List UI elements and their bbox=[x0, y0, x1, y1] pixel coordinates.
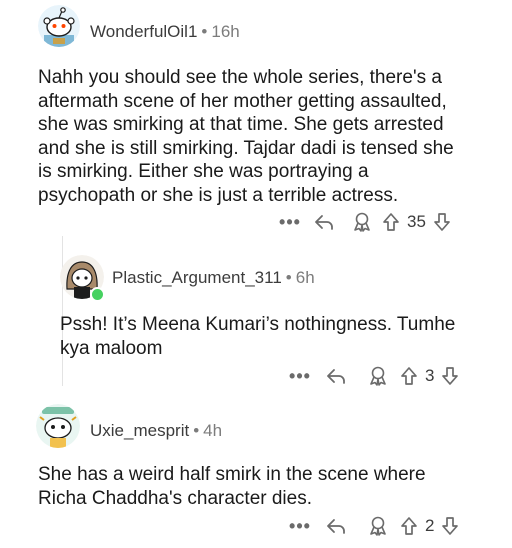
downvote-icon[interactable] bbox=[439, 365, 461, 387]
more-icon[interactable]: ••• bbox=[286, 516, 314, 537]
upvote-icon[interactable] bbox=[380, 211, 402, 233]
separator: • bbox=[285, 268, 292, 287]
online-status-dot bbox=[90, 287, 105, 302]
action-bar: ••• 35 bbox=[276, 208, 453, 236]
comment-line: Nahh you should see the whole series, th… bbox=[38, 67, 442, 88]
reply-icon[interactable] bbox=[314, 515, 358, 537]
vote-score: 3 bbox=[425, 366, 435, 385]
vote-score: 2 bbox=[425, 516, 435, 535]
separator: • bbox=[201, 22, 208, 41]
award-icon[interactable] bbox=[358, 515, 398, 537]
comment-line: psychopath or she is just a terrible act… bbox=[38, 184, 399, 206]
comment-body: She has a weird half smirk in the scene … bbox=[38, 463, 426, 510]
snoo-avatar-icon bbox=[36, 404, 80, 448]
comment-meta: Uxie_mesprit • 4h bbox=[90, 421, 222, 441]
avatar[interactable] bbox=[38, 5, 80, 47]
action-bar: ••• 3 bbox=[286, 362, 461, 390]
comment-line: Pssh! It’s Meena Kumari’s nothingness. T… bbox=[60, 314, 456, 335]
action-bar: ••• 2 bbox=[286, 512, 461, 540]
snoo-avatar-icon bbox=[38, 5, 80, 47]
more-icon[interactable]: ••• bbox=[286, 366, 314, 387]
comment-line: she was smirking at that time. She gets … bbox=[38, 114, 444, 135]
award-icon[interactable] bbox=[358, 365, 398, 387]
upvote-icon[interactable] bbox=[398, 515, 420, 537]
comment-body: Pssh! It’s Meena Kumari’s nothingness. T… bbox=[60, 313, 455, 360]
username[interactable]: WonderfulOil1 bbox=[90, 22, 197, 41]
reply-icon[interactable] bbox=[304, 211, 344, 233]
timestamp: 6h bbox=[295, 268, 315, 287]
comment-line: and she is still smirking. Tajdar dadi i… bbox=[38, 137, 454, 159]
separator: • bbox=[193, 421, 200, 440]
comment-body: Nahh you should see the whole series, th… bbox=[38, 66, 454, 207]
comment-meta: Plastic_Argument_311 • 6h bbox=[112, 268, 315, 288]
comment-line: kya maloom bbox=[60, 337, 163, 359]
reply-icon[interactable] bbox=[314, 365, 358, 387]
username[interactable]: Plastic_Argument_311 bbox=[112, 268, 282, 287]
award-icon[interactable] bbox=[344, 211, 380, 233]
thread-line bbox=[62, 236, 63, 386]
username[interactable]: Uxie_mesprit bbox=[90, 421, 189, 440]
vote-score: 35 bbox=[407, 212, 426, 231]
comment-meta: WonderfulOil1 • 16h bbox=[90, 22, 240, 42]
comment-line: is smirking. Either she was portraying a bbox=[38, 161, 369, 182]
comment-line: She has a weird half smirk in the scene … bbox=[38, 464, 426, 485]
downvote-icon[interactable] bbox=[431, 211, 453, 233]
comment-line: Richa Chaddha's character dies. bbox=[38, 487, 312, 509]
timestamp: 16h bbox=[211, 22, 240, 41]
avatar[interactable] bbox=[36, 404, 80, 448]
more-icon[interactable]: ••• bbox=[276, 212, 304, 233]
timestamp: 4h bbox=[203, 421, 223, 440]
downvote-icon[interactable] bbox=[439, 515, 461, 537]
comment-line: aftermath scene of her mother getting as… bbox=[38, 90, 447, 112]
upvote-icon[interactable] bbox=[398, 365, 420, 387]
